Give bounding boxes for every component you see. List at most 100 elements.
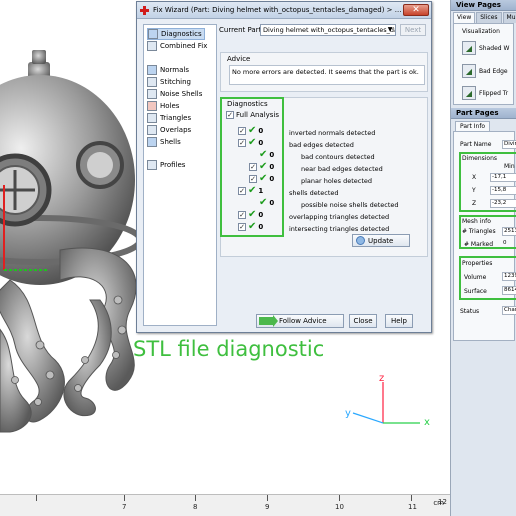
ruler-tick <box>339 495 340 501</box>
nav-label: Combined Fix <box>160 42 208 50</box>
row-label: possible noise shells detected <box>301 201 399 209</box>
row-label: bad contours detected <box>301 153 375 161</box>
view-pages-tabs: View Slices Multi- <box>451 11 516 23</box>
nav-label: Diagnostics <box>161 30 202 38</box>
nav-item-overlaps[interactable]: Overlaps <box>147 125 191 135</box>
nav-item-noise-shells[interactable]: Noise Shells <box>147 89 202 99</box>
tab-view[interactable]: View <box>453 12 476 23</box>
stitching-icon <box>147 77 157 87</box>
close-icon[interactable]: ✕ <box>403 4 429 16</box>
row-label: inverted normals detected <box>289 129 376 137</box>
nav-item-shells[interactable]: Shells <box>147 137 181 147</box>
bad-edges-icon: ◢ <box>462 64 476 78</box>
chevron-down-icon: ▼ <box>387 26 393 33</box>
nav-item-profiles[interactable]: Profiles <box>147 160 185 170</box>
row-label: bad edges detected <box>289 141 354 149</box>
part-name-label: Part Name <box>460 141 492 148</box>
ruler-label: 8 <box>193 503 198 511</box>
nav-item-combined-fix[interactable]: Combined Fix <box>147 41 207 51</box>
bad-edges-button[interactable]: ◢ Bad Edge <box>462 63 516 79</box>
dialog-title: Fix Wizard (Part: Diving helmet with_oct… <box>153 6 402 14</box>
fix-wizard-icon <box>140 5 149 15</box>
ruler-label: 7 <box>122 503 127 511</box>
row-label: planar holes detected <box>301 177 373 185</box>
x-axis-label: x <box>424 417 430 428</box>
bad-edges-label: Bad Edge <box>479 67 508 75</box>
side-panels: View Pages View Slices Multi- Visualizat… <box>450 0 516 516</box>
noise-shells-icon <box>147 89 157 99</box>
tab-multi[interactable]: Multi- <box>502 12 516 23</box>
y-axis-label: y <box>345 408 351 419</box>
current-part-value: Diving helmet with_octopus_tentacles_dam… <box>263 26 395 34</box>
status-label: Status <box>460 308 480 315</box>
follow-advice-label: Follow Advice <box>279 317 327 325</box>
nav-label: Overlaps <box>160 126 192 134</box>
flipped-icon: ◢ <box>462 86 476 100</box>
part-name-field[interactable]: Diving <box>502 140 516 149</box>
nav-label: Profiles <box>160 161 186 169</box>
z-axis-label: z <box>379 373 385 384</box>
ruler-tick <box>36 495 37 501</box>
properties-highlight <box>459 256 516 300</box>
update-icon <box>356 236 365 245</box>
normals-icon <box>147 65 157 75</box>
ruler-tick <box>411 495 412 501</box>
close-button[interactable]: Close <box>349 314 377 328</box>
nav-item-triangles[interactable]: Triangles <box>147 113 191 123</box>
nav-item-diagnostics[interactable]: Diagnostics <box>147 28 205 40</box>
ruler-label: 9 <box>265 503 270 511</box>
nav-item-normals[interactable]: Normals <box>147 65 189 75</box>
row-label: shells detected <box>289 189 339 197</box>
tab-slices[interactable]: Slices <box>476 12 502 23</box>
nav-item-stitching[interactable]: Stitching <box>147 77 191 87</box>
current-part-label: Current Part: <box>219 26 264 34</box>
flipped-triangles-button[interactable]: ◢ Flipped Tr <box>462 85 516 101</box>
ruler-tick <box>267 495 268 501</box>
tab-part-info[interactable]: Part Info <box>455 121 491 131</box>
ruler-tick <box>124 495 125 501</box>
shells-icon <box>147 137 157 147</box>
ruler-unit: cm <box>433 499 444 507</box>
combined-fix-icon <box>147 41 157 51</box>
nav-label: Noise Shells <box>160 90 203 98</box>
diagnostics-icon <box>148 29 158 39</box>
follow-advice-button[interactable]: Follow Advice <box>256 314 344 328</box>
holes-icon <box>147 101 157 111</box>
shaded-wireframe-button[interactable]: ◢ Shaded W <box>462 40 516 56</box>
view-pages-header: View Pages <box>451 0 516 11</box>
visualization-label: Visualization <box>462 28 500 35</box>
ruler-label: 10 <box>335 503 344 511</box>
ruler-tick <box>195 495 196 501</box>
bottom-ruler: 7 8 9 10 11 12 cm <box>0 494 450 516</box>
nav-label: Triangles <box>160 114 192 122</box>
nav-item-holes[interactable]: Holes <box>147 101 179 111</box>
mesh-info-highlight <box>459 215 516 249</box>
overlaps-icon <box>147 125 157 135</box>
current-part-select[interactable]: Diving helmet with_octopus_tentacles_dam… <box>260 24 396 36</box>
advice-text: No more errors are detected. It seems th… <box>229 65 425 85</box>
next-button[interactable]: Next <box>400 24 426 36</box>
shaded-label: Shaded W <box>479 44 510 52</box>
visualization-section: Visualization ◢ Shaded W ◢ Bad Edge ◢ Fl… <box>453 23 514 105</box>
diagnostics-highlight <box>220 97 284 237</box>
part-pages-header: Part Pages <box>451 108 516 119</box>
status-field: Chang <box>502 306 516 315</box>
advice-group: Advice No more errors are detected. It s… <box>220 52 428 92</box>
nav-label: Holes <box>160 102 180 110</box>
update-label: Update <box>368 236 394 245</box>
row-label: near bad edges detected <box>301 165 383 173</box>
row-label: intersecting triangles detected <box>289 225 390 233</box>
shaded-icon: ◢ <box>462 41 476 55</box>
advice-title: Advice <box>227 55 251 63</box>
dimensions-highlight <box>459 152 516 212</box>
fix-wizard-dialog[interactable]: Fix Wizard (Part: Diving helmet with_oct… <box>136 1 432 333</box>
update-button[interactable]: Update <box>352 234 410 247</box>
triangles-icon <box>147 113 157 123</box>
dialog-titlebar[interactable]: Fix Wizard (Part: Diving helmet with_oct… <box>137 2 431 19</box>
row-label: overlapping triangles detected <box>289 213 390 221</box>
flipped-label: Flipped Tr <box>479 89 509 97</box>
nav-label: Stitching <box>160 78 191 86</box>
nav-label: Shells <box>160 138 181 146</box>
help-button[interactable]: Help <box>385 314 413 328</box>
profiles-icon <box>147 160 157 170</box>
